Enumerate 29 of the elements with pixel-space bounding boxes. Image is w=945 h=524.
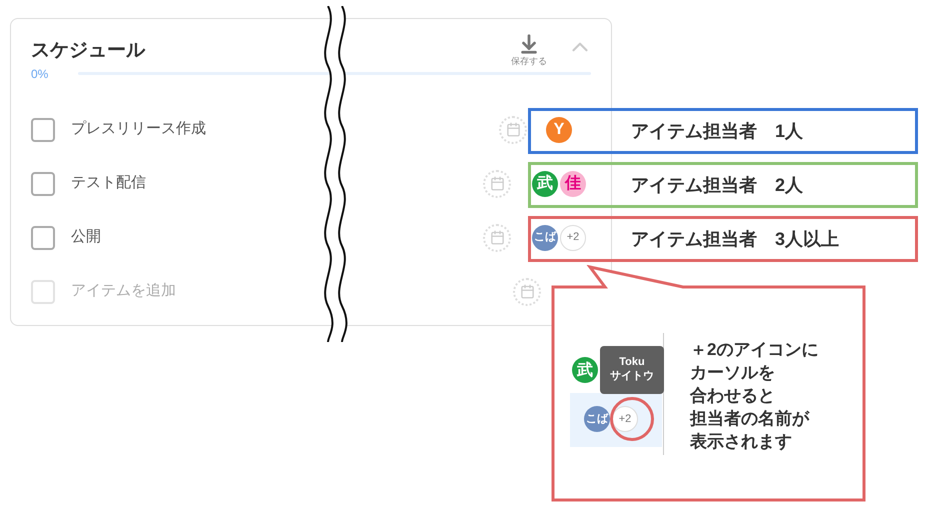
assignee-avatar[interactable]: こば (532, 224, 558, 250)
due-date-button[interactable] (483, 224, 511, 252)
checkbox[interactable] (31, 118, 55, 142)
assignee-avatar[interactable]: Y (546, 116, 572, 142)
due-date-button[interactable] (483, 170, 511, 198)
assignee-avatar[interactable]: 佳 (560, 170, 586, 196)
tooltip-text: Toku (619, 356, 645, 370)
due-date-button[interactable] (499, 116, 527, 144)
item-label: テスト配信 (71, 173, 146, 194)
tooltip-text: サイトウ (610, 370, 654, 384)
card-title: スケジュール (31, 39, 145, 63)
checkbox[interactable] (31, 226, 55, 250)
annotation-label: アイテム担当者 3人以上 (631, 228, 840, 250)
save-button[interactable]: 保存する (511, 33, 547, 68)
checkbox[interactable] (31, 172, 55, 196)
due-date-button[interactable] (513, 278, 541, 306)
calendar-icon (520, 284, 534, 299)
callout-text: ＋2のアイコンに カーソルを 合わせると 担当者の名前が 表示されます (690, 339, 818, 453)
calendar-icon (490, 230, 504, 245)
calendar-icon (506, 122, 520, 137)
progress-label: 0% (31, 66, 48, 82)
annotation-label: アイテム担当者 1人 (631, 120, 804, 142)
item-label: 公開 (71, 227, 101, 248)
item-label: プレスリリース作成 (71, 119, 206, 140)
download-icon (518, 33, 540, 55)
assignee-avatar[interactable]: 武 (532, 170, 558, 196)
calendar-icon (490, 176, 504, 191)
annotation-label: アイテム担当者 2人 (631, 174, 804, 196)
more-assignees-button[interactable]: +2 (560, 224, 586, 250)
